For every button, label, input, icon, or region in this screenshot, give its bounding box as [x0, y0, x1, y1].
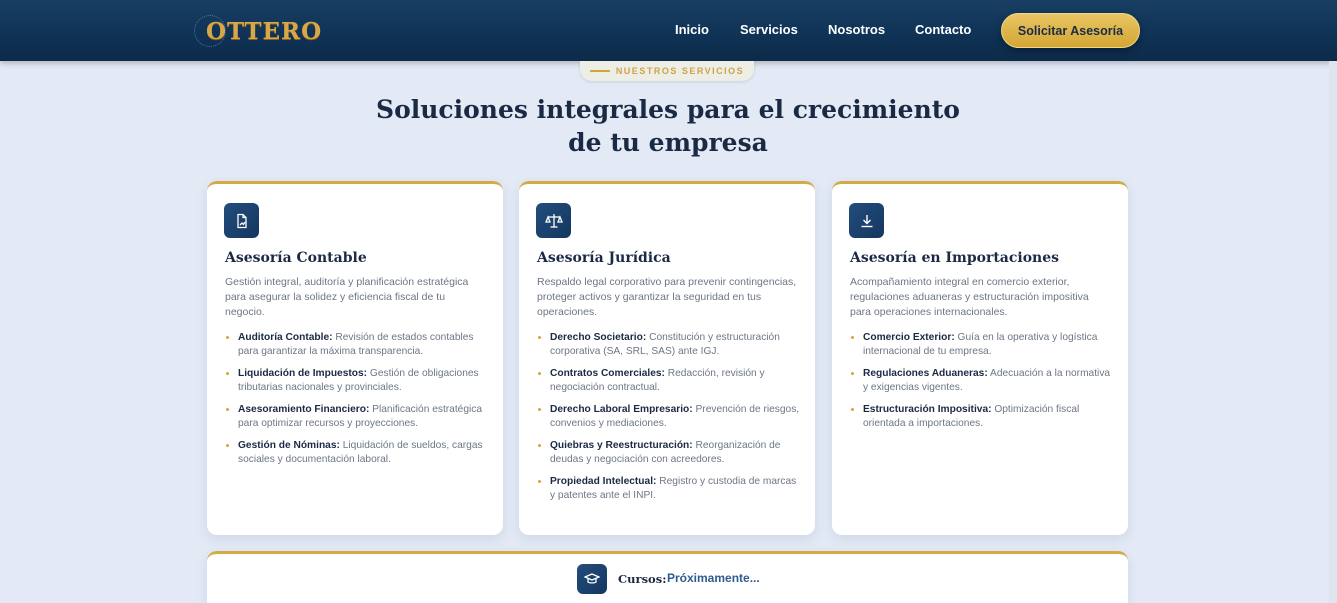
nav-link-contacto[interactable]: Contacto	[915, 22, 971, 37]
item-label: Derecho Laboral Empresario:	[550, 404, 693, 415]
item-label: Liquidación de Impuestos:	[238, 368, 368, 379]
list-item: Propiedad Intelectual: Registro y custod…	[537, 475, 803, 503]
card-list: Auditoría Contable: Revisión de estados …	[225, 331, 491, 475]
list-item: Quiebras y Reestructuración: Reorganizac…	[537, 439, 803, 467]
graduation-cap-icon	[577, 564, 607, 594]
item-label: Quiebras y Reestructuración:	[550, 440, 693, 451]
list-item: Auditoría Contable: Revisión de estados …	[225, 331, 491, 359]
list-item: Asesoramiento Financiero: Planificación …	[225, 403, 491, 431]
logo-text: OTTERO	[206, 17, 323, 45]
courses-label: Cursos:	[618, 572, 667, 586]
list-item: Regulaciones Aduaneras: Adecuación a la …	[850, 367, 1116, 395]
item-label: Gestión de Nóminas:	[238, 440, 340, 451]
courses-status: Próximamente...	[667, 571, 760, 585]
list-item: Estructuración Impositiva: Optimización …	[850, 403, 1116, 431]
card-list: Derecho Societario: Constitución y estru…	[537, 331, 803, 511]
nav-link-servicios[interactable]: Servicios	[740, 22, 798, 37]
card-description: Gestión integral, auditoría y planificac…	[225, 276, 469, 318]
nav-link-nosotros[interactable]: Nosotros	[828, 22, 885, 37]
item-label: Propiedad Intelectual:	[550, 476, 657, 487]
logo[interactable]: OTTERO	[194, 15, 321, 47]
service-card-contable: Asesoría Contable Gestión integral, audi…	[207, 181, 503, 535]
service-card-importaciones: Asesoría en Importaciones Acompañamiento…	[832, 181, 1128, 535]
item-label: Comercio Exterior:	[863, 332, 955, 343]
courses-bar: Cursos: Próximamente...	[207, 551, 1128, 603]
list-item: Contratos Comerciales: Redacción, revisi…	[537, 367, 803, 395]
card-title: Asesoría Jurídica	[537, 250, 671, 266]
card-description: Respaldo legal corporativo para prevenir…	[537, 276, 797, 318]
section-title: Soluciones integrales para el crecimient…	[368, 93, 968, 159]
site-header: OTTERO Inicio Servicios Nosotros Contact…	[0, 0, 1337, 61]
list-item: Derecho Societario: Constitución y estru…	[537, 331, 803, 359]
list-item: Liquidación de Impuestos: Gestión de obl…	[225, 367, 491, 395]
item-label: Contratos Comerciales:	[550, 368, 665, 379]
service-card-juridica: Asesoría Jurídica Respaldo legal corpora…	[519, 181, 815, 535]
item-label: Auditoría Contable:	[238, 332, 333, 343]
item-label: Derecho Societario:	[550, 332, 647, 343]
scale-icon	[536, 203, 571, 238]
section-badge: NUESTROS SERVICIOS	[580, 61, 754, 81]
section-title-line2: de tu empresa	[568, 128, 768, 157]
card-description: Acompañamiento integral en comercio exte…	[850, 276, 1089, 318]
nav-link-inicio[interactable]: Inicio	[675, 22, 709, 37]
card-title: Asesoría en Importaciones	[850, 250, 1060, 266]
item-label: Asesoramiento Financiero:	[238, 404, 370, 415]
card-list: Comercio Exterior: Guía en la operativa …	[850, 331, 1116, 439]
page-scrollbar[interactable]	[1329, 61, 1337, 603]
item-label: Regulaciones Aduaneras:	[863, 368, 988, 379]
item-label: Estructuración Impositiva:	[863, 404, 992, 415]
list-item: Comercio Exterior: Guía en la operativa …	[850, 331, 1116, 359]
section-badge-text: NUESTROS SERVICIOS	[615, 66, 745, 76]
list-item: Gestión de Nóminas: Liquidación de sueld…	[225, 439, 491, 467]
card-title: Asesoría Contable	[225, 250, 367, 266]
document-chart-icon	[224, 203, 259, 238]
request-advice-button[interactable]: Solicitar Asesoría	[1001, 13, 1140, 48]
download-icon	[849, 203, 884, 238]
badge-line	[589, 70, 610, 72]
section-title-line1: Soluciones integrales para el crecimient…	[376, 95, 960, 124]
list-item: Derecho Laboral Empresario: Prevención d…	[537, 403, 803, 431]
